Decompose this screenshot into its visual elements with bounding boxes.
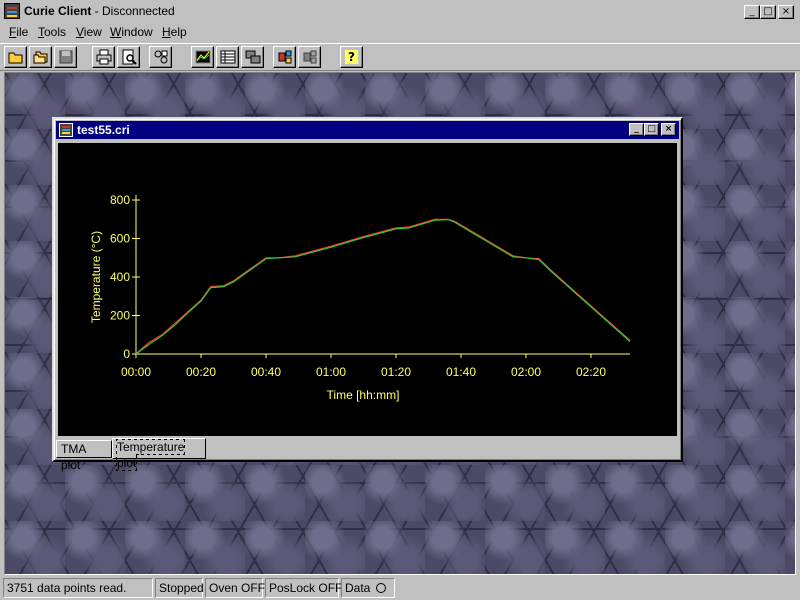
app-title: Curie Client - Disconnected (24, 4, 175, 18)
menu-view[interactable]: View (76, 25, 102, 39)
y-tick-label: 200 (110, 309, 130, 323)
status-oven: Oven OFF (205, 578, 265, 598)
cascade-windows-button[interactable] (241, 46, 264, 68)
connect-icon (278, 50, 291, 64)
y-tick-label: 800 (110, 193, 130, 207)
x-tick-label: 01:40 (446, 365, 476, 379)
plot-tabs: TMA plot Temperature plot (56, 438, 676, 472)
doc-maximize-button[interactable]: □ (644, 123, 659, 136)
y-tick-label: 0 (123, 347, 130, 361)
menu-tools[interactable]: Tools (38, 25, 66, 39)
open-folder-button[interactable] (4, 46, 27, 68)
x-tick-label: 01:00 (316, 365, 346, 379)
doc-minimize-button[interactable]: _ (629, 123, 644, 136)
save-button[interactable] (54, 46, 77, 68)
status-data: Data (341, 578, 395, 598)
help-button[interactable]: ? (340, 46, 363, 68)
open-folder-icon (8, 52, 22, 64)
doc-close-button[interactable]: × (661, 123, 676, 136)
y-tick-label: 600 (110, 232, 130, 246)
x-tick-label: 02:00 (511, 365, 541, 379)
disconnect-icon (303, 50, 316, 64)
menu-help[interactable]: Help (162, 25, 187, 39)
menu-file[interactable]: File (9, 25, 28, 39)
print-button[interactable] (92, 46, 115, 68)
help-icon: ? (345, 50, 358, 64)
open-multiple-icon (33, 51, 47, 64)
maximize-button[interactable]: □ (760, 5, 776, 19)
toolbar: ? (0, 43, 800, 71)
windows-icon (245, 50, 260, 64)
minimize-button[interactable]: _ (744, 5, 760, 19)
tab-temperature-plot[interactable]: Temperature plot (112, 438, 206, 471)
settings-button[interactable] (149, 46, 172, 68)
status-poslock: PosLock OFF (265, 578, 342, 598)
print-preview-icon (122, 49, 137, 65)
status-points: 3751 data points read. (3, 578, 153, 598)
table-view-button[interactable] (216, 46, 239, 68)
gears-icon (154, 50, 167, 64)
chart-view-button[interactable] (191, 46, 214, 68)
menu-window[interactable]: Window (110, 25, 153, 39)
document-titlebar[interactable]: test55.cri _ □ × (56, 121, 679, 139)
status-data-label: Data (345, 581, 371, 595)
plot-area[interactable]: 0 200 400 600 800 00:00 00:20 00:40 01:00 01:20 01… (58, 143, 677, 436)
x-tick-label: 01:20 (381, 365, 411, 379)
disconnect-button[interactable] (298, 46, 321, 68)
x-tick-label: 00:40 (251, 365, 281, 379)
save-disk-icon (59, 50, 72, 64)
connect-button[interactable] (273, 46, 296, 68)
y-tick-label: 400 (110, 270, 130, 284)
document-title: test55.cri (77, 123, 130, 137)
data-indicator-icon (375, 583, 386, 593)
close-button[interactable]: × (778, 5, 794, 19)
status-bar: 3751 data points read. Stopped Oven OFF … (0, 576, 800, 600)
document-icon[interactable] (59, 123, 73, 137)
y-axis-title: Temperature (°C) (89, 231, 103, 323)
menu-bar: File Tools View Window Help (0, 22, 800, 42)
x-axis-title: Time [hh:mm] (327, 388, 400, 402)
app-titlebar: Curie Client - Disconnected _ □ × (0, 0, 800, 22)
x-tick-label: 00:00 (121, 365, 151, 379)
series-line-0 (135, 218, 631, 355)
chart-icon (195, 50, 210, 64)
x-tick-label: 02:20 (576, 365, 606, 379)
document-window: test55.cri _ □ × 0 200 400 600 800 00:00 00:20… (52, 117, 683, 472)
open-multiple-button[interactable] (29, 46, 52, 68)
table-icon (220, 50, 235, 64)
printer-icon (96, 49, 111, 65)
print-preview-button[interactable] (117, 46, 140, 68)
temperature-chart: 0 200 400 600 800 00:00 00:20 00:40 01:00 01:20 01… (89, 193, 631, 402)
tab-tma-plot[interactable]: TMA plot (56, 440, 112, 472)
app-icon[interactable] (4, 3, 20, 19)
x-tick-label: 00:20 (186, 365, 216, 379)
status-state: Stopped (155, 578, 204, 598)
